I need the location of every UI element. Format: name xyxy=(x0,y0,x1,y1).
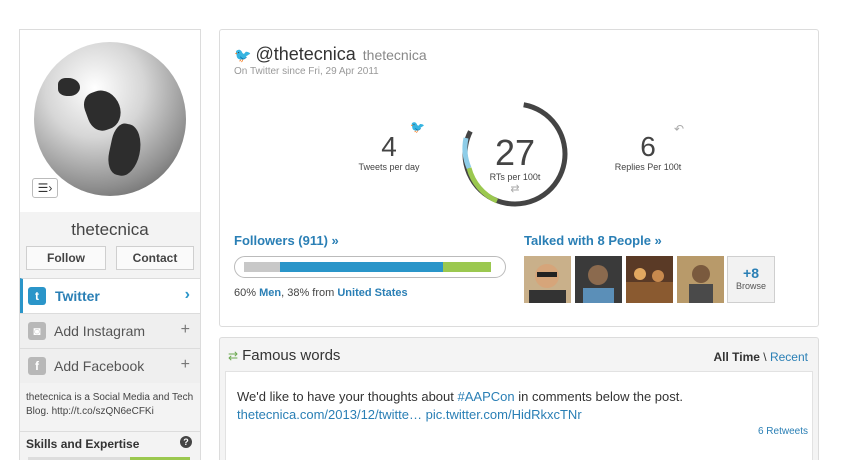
rts-per-100t-label: RTs per 100t xyxy=(489,172,541,182)
nav-twitter-label: Twitter xyxy=(55,288,100,304)
country-link[interactable]: United States xyxy=(337,287,407,299)
famous-words-tabs: All Time \ Recent xyxy=(713,350,808,364)
contact-button[interactable]: Contact xyxy=(116,246,194,270)
tab-recent[interactable]: Recent xyxy=(770,350,808,364)
profile-bio: thetecnica is a Social Media and Tech Bl… xyxy=(26,392,194,417)
followers-bar-gray xyxy=(244,262,280,272)
account-stats-card: 🐦 @thetecnica thetecnica On Twitter since… xyxy=(219,29,819,327)
twitter-bird-icon: t xyxy=(28,287,46,305)
talked-with-link[interactable]: Talked with 8 People » xyxy=(524,233,662,248)
profile-name: thetecnica xyxy=(71,220,149,239)
chevron-right-icon: › xyxy=(184,286,190,303)
followers-bar-blue xyxy=(280,262,443,272)
men-pct: 60% xyxy=(234,287,257,299)
famous-words-card: ⇄ Famous words All Time \ Recent We'd lik… xyxy=(219,337,819,460)
nav-facebook-label: Add Facebook xyxy=(54,358,145,374)
famous-words-heading: ⇄ Famous words xyxy=(228,347,340,364)
hashtag-link[interactable]: #AAPCon xyxy=(458,389,515,404)
globe-image xyxy=(34,42,186,196)
account-handle[interactable]: @thetecnica xyxy=(255,44,355,64)
more-count: +8 xyxy=(743,265,759,281)
tweet-pic-link[interactable]: pic.twitter.com/HidRkxcTNr xyxy=(426,407,582,422)
browse-more-button[interactable]: +8 Browse xyxy=(727,256,775,303)
famous-words-title: Famous words xyxy=(242,347,341,364)
plus-icon: + xyxy=(180,321,190,338)
nav-item-instagram[interactable]: ◙ Add Instagram + xyxy=(20,313,200,348)
skills-heading: Skills and Expertise xyxy=(26,437,140,451)
plus-icon: + xyxy=(180,356,190,373)
replies-per-100t-label: Replies Per 100t xyxy=(614,162,682,172)
profile-sidebar: ☰› thetecnica Follow Contact t Twitter ›… xyxy=(19,29,201,460)
tweets-per-day-label: Tweets per day xyxy=(358,162,420,172)
rts-per-100t-stat: 27 RTs per 100t ⇄ xyxy=(469,132,561,196)
tab-all-time[interactable]: All Time xyxy=(713,350,759,364)
country-prefix: , 38% from xyxy=(281,287,335,299)
rts-per-100t-value: 27 xyxy=(494,132,536,173)
followers-link[interactable]: Followers (911) » xyxy=(234,233,339,248)
nav-item-facebook[interactable]: f Add Facebook + xyxy=(20,348,200,383)
nav-item-twitter[interactable]: t Twitter › xyxy=(20,278,200,313)
avatar[interactable] xyxy=(524,256,571,303)
reply-icon: ↶ xyxy=(674,122,685,136)
retweet-icon: ⇄ xyxy=(510,183,520,195)
followers-demographics: 60% Men, 38% from United States xyxy=(234,287,408,299)
account-username: thetecnica xyxy=(362,47,427,63)
replies-per-100t-stat: ↶ 6 Replies Per 100t xyxy=(598,122,698,172)
men-link[interactable]: Men xyxy=(259,287,281,299)
facebook-icon: f xyxy=(28,357,46,375)
talked-count: 8 xyxy=(597,233,605,248)
tweet-prefix: We'd like to have your thoughts about xyxy=(237,389,454,404)
retweet-icon: ⇄ xyxy=(228,349,239,363)
talked-prefix: Talked with xyxy=(524,233,594,248)
account-since: On Twitter since Fri, 29 Apr 2011 xyxy=(234,66,379,77)
list-icon[interactable]: ☰› xyxy=(32,178,58,198)
account-header: 🐦 @thetecnica thetecnica xyxy=(234,44,427,65)
twitter-bird-icon: 🐦 xyxy=(410,120,425,134)
nav-instagram-label: Add Instagram xyxy=(54,323,146,339)
avatar[interactable] xyxy=(677,256,724,303)
question-icon[interactable]: ? xyxy=(180,436,192,448)
twitter-bird-icon: 🐦 xyxy=(234,47,252,63)
follow-button[interactable]: Follow xyxy=(26,246,106,270)
browse-label: Browse xyxy=(735,281,766,291)
tweet-suffix: in comments below the post. xyxy=(518,389,683,404)
profile-image[interactable]: ☰› xyxy=(20,30,200,212)
retweet-count[interactable]: 6 Retweets xyxy=(758,426,808,437)
avatar[interactable] xyxy=(626,256,673,303)
replies-per-100t-value: 6 xyxy=(640,131,656,162)
tab-separator: \ xyxy=(763,350,767,364)
instagram-icon: ◙ xyxy=(28,322,46,340)
talked-suffix: People » xyxy=(608,233,662,248)
followers-bar xyxy=(234,256,506,278)
famous-tweet: We'd like to have your thoughts about #A… xyxy=(225,371,813,460)
skills-section: Skills and Expertise ? xyxy=(20,431,200,460)
followers-bar-green xyxy=(443,262,491,272)
tweets-per-day-stat: 🐦 4 Tweets per day xyxy=(344,120,434,172)
avatar[interactable] xyxy=(575,256,622,303)
tweet-link[interactable]: thetecnica.com/2013/12/twitte… xyxy=(237,407,422,422)
tweet-text: We'd like to have your thoughts about #A… xyxy=(237,388,797,424)
tweets-per-day-value: 4 xyxy=(381,131,397,162)
